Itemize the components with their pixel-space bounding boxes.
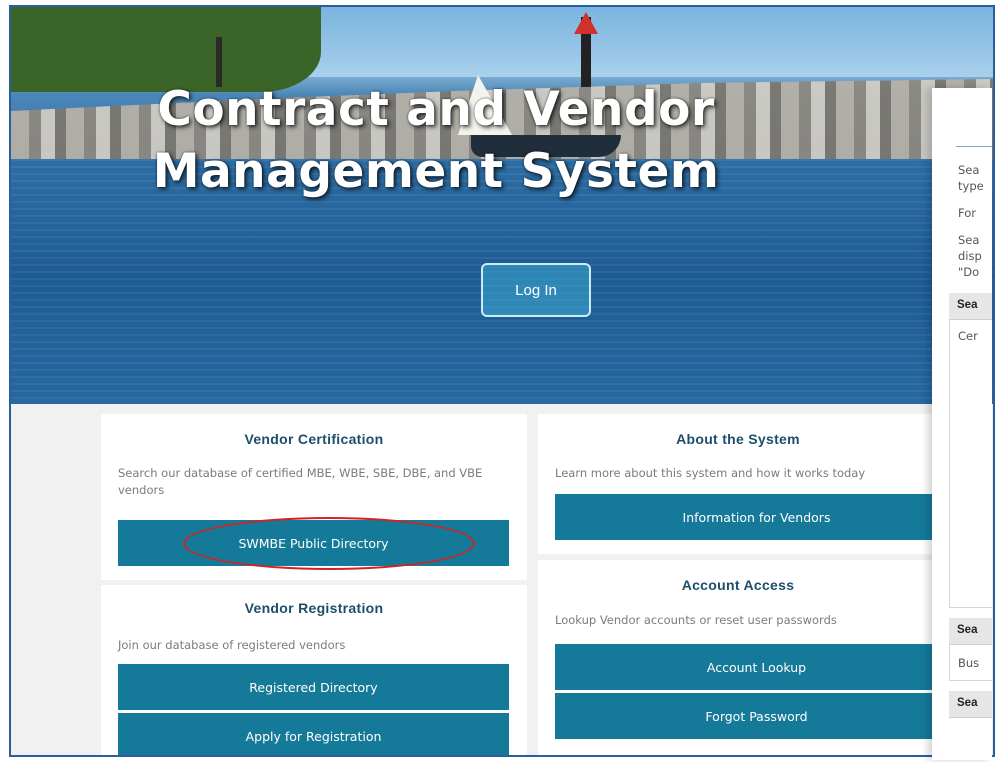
search-panel-divider	[956, 146, 992, 147]
vendor-registration-card: Vendor Registration Join our database of…	[101, 585, 527, 755]
search-panel-text-6: "Do	[958, 265, 980, 279]
business-field[interactable]: Bus	[949, 645, 992, 681]
vendor-certification-title: Vendor Certification	[244, 431, 384, 447]
hero-buoy-flag-image	[574, 12, 598, 34]
vendor-registration-description: Join our database of registered vendors	[118, 638, 346, 652]
registered-directory-button[interactable]: Registered Directory	[118, 664, 509, 710]
search-section-header-1: Sea	[949, 293, 992, 320]
page-title: Contract and Vendor Management System	[11, 79, 861, 203]
about-system-description: Learn more about this system and how it …	[555, 466, 866, 480]
hero-banner: Contract and Vendor Management System Lo…	[11, 7, 993, 404]
search-panel-text-1: Sea	[958, 163, 980, 177]
highlight-circle-annotation	[183, 517, 475, 570]
vendor-registration-title: Vendor Registration	[244, 600, 384, 616]
browser-frame: Contract and Vendor Management System Lo…	[9, 5, 995, 757]
about-system-card: About the System Learn more about this s…	[538, 414, 958, 554]
page-title-line1: Contract and Vendor	[157, 82, 715, 137]
account-access-title: Account Access	[681, 577, 795, 593]
search-section-header-2: Sea	[949, 618, 992, 645]
search-section-header-3: Sea	[949, 691, 992, 718]
page-title-line2: Management System	[152, 144, 720, 199]
login-button[interactable]: Log In	[481, 263, 591, 317]
about-system-title: About the System	[676, 431, 800, 447]
account-access-description: Lookup Vendor accounts or reset user pas…	[555, 613, 837, 627]
certification-type-list[interactable]: Cer	[949, 320, 992, 608]
search-panel-text-4: Sea	[958, 233, 980, 247]
forgot-password-button[interactable]: Forgot Password	[555, 693, 958, 739]
search-panel-text-5: disp	[958, 249, 982, 263]
search-panel-text-3: For	[958, 206, 976, 220]
search-panel: Sea type For Sea disp "Do Sea Cer Sea Bu…	[932, 88, 992, 760]
vendor-certification-description: Search our database of certified MBE, WB…	[118, 466, 483, 497]
apply-for-registration-button[interactable]: Apply for Registration	[118, 713, 509, 755]
business-field-label: Bus	[958, 656, 980, 670]
account-lookup-button[interactable]: Account Lookup	[555, 644, 958, 690]
search-panel-text-2: type	[958, 179, 984, 193]
certification-type-item[interactable]: Cer	[958, 328, 978, 344]
information-for-vendors-button[interactable]: Information for Vendors	[555, 494, 958, 540]
account-access-card: Account Access Lookup Vendor accounts or…	[538, 560, 958, 755]
